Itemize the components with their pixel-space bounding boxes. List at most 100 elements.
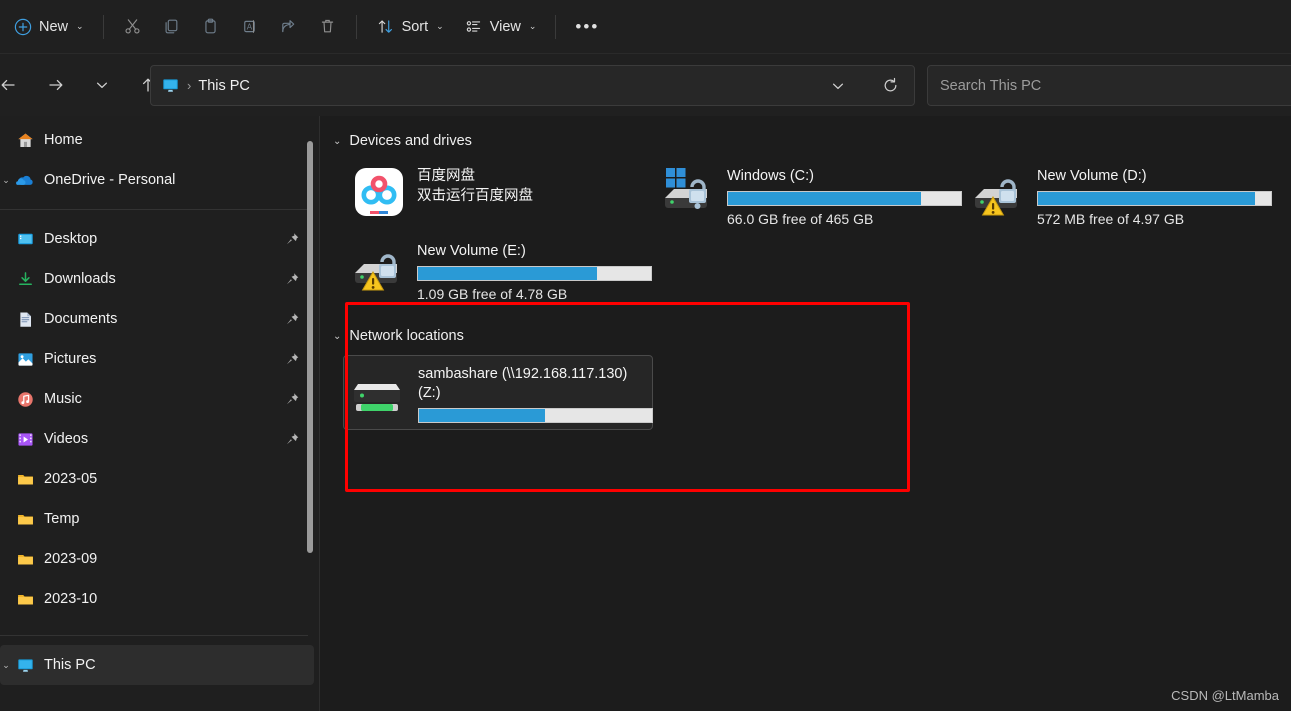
- tile-windows-c-drive[interactable]: Windows (C:) 66.0 GB free of 465 GB: [653, 158, 963, 233]
- sidebar-item-label: 2023-05: [44, 471, 98, 487]
- sidebar-item-label: 2023-09: [44, 551, 98, 567]
- chevron-down-icon: ⌄: [528, 21, 537, 31]
- tile-title: 百度网盘: [417, 168, 475, 184]
- downloads-icon: [12, 270, 38, 289]
- address-dropdown-button[interactable]: [822, 70, 854, 102]
- copy-button[interactable]: [152, 9, 191, 45]
- desktop-icon: [12, 230, 38, 249]
- address-bar[interactable]: › This PC: [150, 65, 915, 106]
- file-list-pane: ⌄ Devices and drives 百度网盘 双击运行百度网盘 Windo…: [321, 116, 1291, 711]
- sidebar-item-label: Documents: [44, 311, 118, 327]
- pin-icon[interactable]: [285, 312, 300, 327]
- sidebar-item-2023-05[interactable]: 2023-05: [0, 459, 314, 499]
- sidebar-item-temp[interactable]: Temp: [0, 499, 314, 539]
- tile-title: Windows (C:): [727, 168, 815, 184]
- pin-icon[interactable]: [285, 432, 300, 447]
- drive-bitlocker-unlocked-icon: [351, 239, 407, 295]
- share-icon: [279, 17, 298, 36]
- sidebar-item-videos[interactable]: Videos: [0, 419, 314, 459]
- capacity-bar-fill: [1038, 192, 1255, 205]
- pin-icon[interactable]: [285, 272, 300, 287]
- sidebar-item-downloads[interactable]: Downloads: [0, 259, 314, 299]
- pin-icon[interactable]: [285, 392, 300, 407]
- cut-button[interactable]: [113, 9, 152, 45]
- sidebar-item-home[interactable]: Home: [0, 120, 314, 160]
- view-button-label: View: [489, 18, 521, 35]
- tile-subtitle: 双击运行百度网盘: [417, 188, 533, 204]
- documents-icon: [12, 310, 38, 329]
- scissors-icon: [123, 17, 142, 36]
- network-drive-icon: [352, 362, 408, 418]
- videos-icon: [12, 430, 38, 449]
- baidu-netdisk-icon: [351, 164, 407, 220]
- paste-button[interactable]: [191, 9, 230, 45]
- sort-arrows-icon: [376, 17, 395, 36]
- new-button[interactable]: New ⌄: [4, 9, 94, 45]
- sidebar-item-onedrive[interactable]: ⌄ OneDrive - Personal: [0, 160, 314, 200]
- sidebar-divider-1: [0, 209, 308, 210]
- search-placeholder: Search This PC: [940, 77, 1042, 94]
- chevron-right-icon[interactable]: ⌄: [0, 175, 12, 186]
- sidebar-item-label: Temp: [44, 511, 80, 527]
- ellipsis-icon: •••: [575, 16, 600, 36]
- view-button[interactable]: View ⌄: [454, 9, 547, 45]
- file-explorer-window: New ⌄ A Sort ⌄ View ⌄ ••• › This PC Sear…: [0, 0, 1291, 711]
- sidebar-item-label: Home: [44, 132, 83, 148]
- rename-button[interactable]: A: [230, 9, 269, 45]
- group-header-network-locations[interactable]: ⌄ Network locations: [333, 325, 1291, 347]
- capacity-bar-fill: [419, 409, 545, 422]
- tile-baidu-netdisk[interactable]: 百度网盘 双击运行百度网盘: [343, 158, 653, 233]
- search-input[interactable]: Search This PC: [927, 65, 1291, 106]
- sidebar-item-this-pc[interactable]: ⌄ This PC: [0, 645, 314, 685]
- sort-button-label: Sort: [401, 18, 429, 35]
- this-pc-icon: [12, 656, 38, 675]
- this-pc-icon: [161, 76, 180, 95]
- recent-locations-button[interactable]: [86, 69, 118, 101]
- sidebar-item-label: OneDrive - Personal: [44, 172, 176, 188]
- sidebar-scrollbar-thumb[interactable]: [307, 141, 313, 553]
- watermark-text: CSDN @LtMamba: [1171, 688, 1279, 703]
- group-title: Network locations: [349, 328, 464, 344]
- back-button[interactable]: [0, 69, 24, 101]
- chevron-down-icon[interactable]: ⌄: [333, 136, 341, 147]
- forward-button[interactable]: [40, 69, 72, 101]
- delete-button[interactable]: [308, 9, 347, 45]
- tile-sambashare-z-drive[interactable]: sambashare (\\192.168.117.130) (Z:): [343, 355, 653, 430]
- chevron-right-icon[interactable]: ⌄: [0, 660, 12, 671]
- onedrive-cloud-icon: [12, 170, 38, 190]
- trash-icon: [318, 17, 337, 36]
- group-header-devices-and-drives[interactable]: ⌄ Devices and drives: [333, 130, 1291, 152]
- tile-new-volume-d-drive[interactable]: New Volume (D:) 572 MB free of 4.97 GB: [963, 158, 1273, 233]
- share-button[interactable]: [269, 9, 308, 45]
- chevron-down-icon[interactable]: ⌄: [333, 331, 341, 342]
- sidebar-scrollbar[interactable]: [306, 116, 314, 711]
- sidebar-item-label: 2023-10: [44, 591, 98, 607]
- folder-icon: [12, 470, 38, 489]
- music-icon: [12, 390, 38, 409]
- sidebar-item-desktop[interactable]: Desktop: [0, 219, 314, 259]
- command-bar: New ⌄ A Sort ⌄ View ⌄ •••: [0, 0, 1291, 54]
- view-list-icon: [464, 17, 483, 36]
- capacity-bar: [727, 191, 962, 206]
- tile-subtitle: 572 MB free of 4.97 GB: [1037, 211, 1185, 227]
- sidebar-item-music[interactable]: Music: [0, 379, 314, 419]
- sidebar-item-pictures[interactable]: Pictures: [0, 339, 314, 379]
- refresh-button[interactable]: [874, 70, 906, 102]
- sidebar-item-2023-10[interactable]: 2023-10: [0, 579, 314, 619]
- sort-button[interactable]: Sort ⌄: [366, 9, 454, 45]
- breadcrumb-this-pc[interactable]: This PC: [198, 78, 250, 94]
- sidebar-item-label: Videos: [44, 431, 89, 447]
- chevron-down-icon: ⌄: [436, 21, 444, 31]
- sidebar-item-label: Desktop: [44, 231, 98, 247]
- pin-icon[interactable]: [285, 352, 300, 367]
- see-more-button[interactable]: •••: [565, 9, 609, 45]
- group-title: Devices and drives: [349, 133, 472, 149]
- toolbar-separator-1: [102, 14, 104, 39]
- pin-icon[interactable]: [285, 232, 300, 247]
- sidebar-item-documents[interactable]: Documents: [0, 299, 314, 339]
- tile-subtitle: 66.0 GB free of 465 GB: [727, 211, 874, 227]
- folder-icon: [12, 510, 38, 529]
- capacity-bar-fill: [418, 267, 598, 280]
- sidebar-item-2023-09[interactable]: 2023-09: [0, 539, 314, 579]
- tile-new-volume-e-drive[interactable]: New Volume (E:) 1.09 GB free of 4.78 GB: [343, 233, 653, 308]
